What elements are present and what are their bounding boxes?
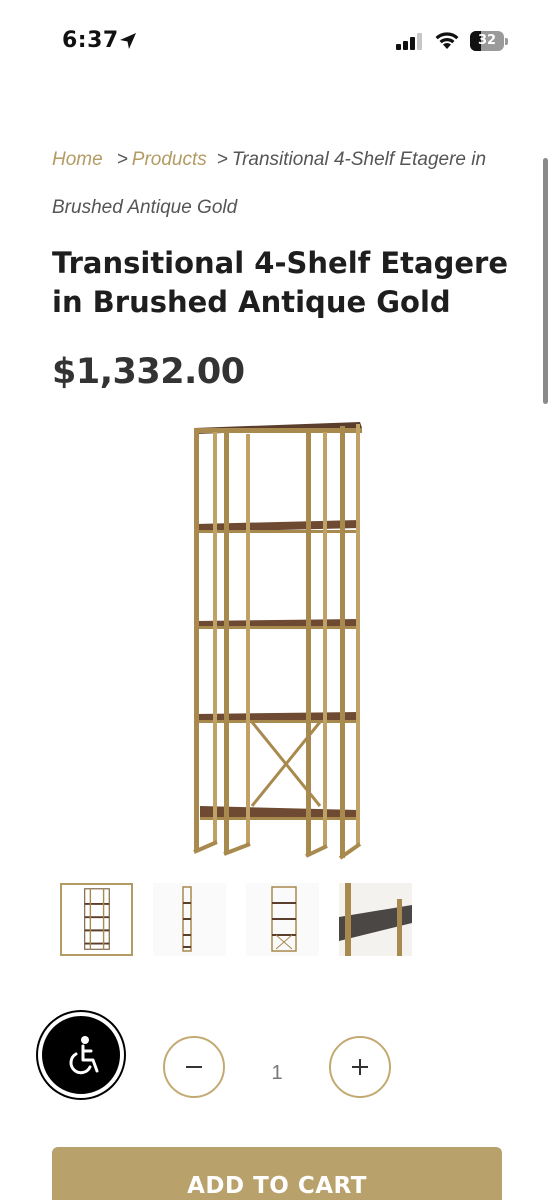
product-main-image[interactable] [180, 410, 380, 870]
wifi-icon [435, 32, 459, 49]
quantity-value[interactable]: 1 [255, 1062, 299, 1085]
minus-icon [186, 1066, 202, 1068]
plus-icon [352, 1059, 368, 1075]
breadcrumb-separator: > [116, 149, 128, 170]
thumbnail-4[interactable] [339, 883, 412, 956]
signal-bars-icon [396, 33, 422, 50]
quantity-increase-button[interactable] [329, 1036, 391, 1098]
thumbnail-strip [60, 883, 420, 957]
thumbnail-1[interactable] [60, 883, 133, 956]
breadcrumb-home-link[interactable]: Home [52, 149, 103, 170]
battery-level: 32 [477, 33, 497, 48]
thumbnail-3[interactable] [246, 883, 319, 956]
scroll-indicator[interactable] [543, 158, 548, 404]
product-title: Transitional 4-Shelf Etagere in Brushed … [52, 246, 508, 319]
location-arrow-icon [120, 33, 136, 49]
status-time: 6:37 [62, 28, 119, 53]
product-price: $1,332.00 [52, 352, 245, 392]
battery-icon: 32 [470, 31, 508, 51]
breadcrumb-separator: > [216, 149, 228, 170]
breadcrumb: Home > Products > Transitional 4-Shelf Etage… [52, 136, 512, 232]
accessibility-button[interactable] [38, 1012, 124, 1098]
accessibility-icon [69, 1036, 99, 1075]
add-to-cart-button[interactable]: ADD TO CART [52, 1147, 502, 1200]
quantity-decrease-button[interactable] [163, 1036, 225, 1098]
status-bar: 6:37 32 [0, 0, 554, 84]
thumbnail-2[interactable] [153, 883, 226, 956]
breadcrumb-products-link[interactable]: Products [132, 149, 207, 170]
